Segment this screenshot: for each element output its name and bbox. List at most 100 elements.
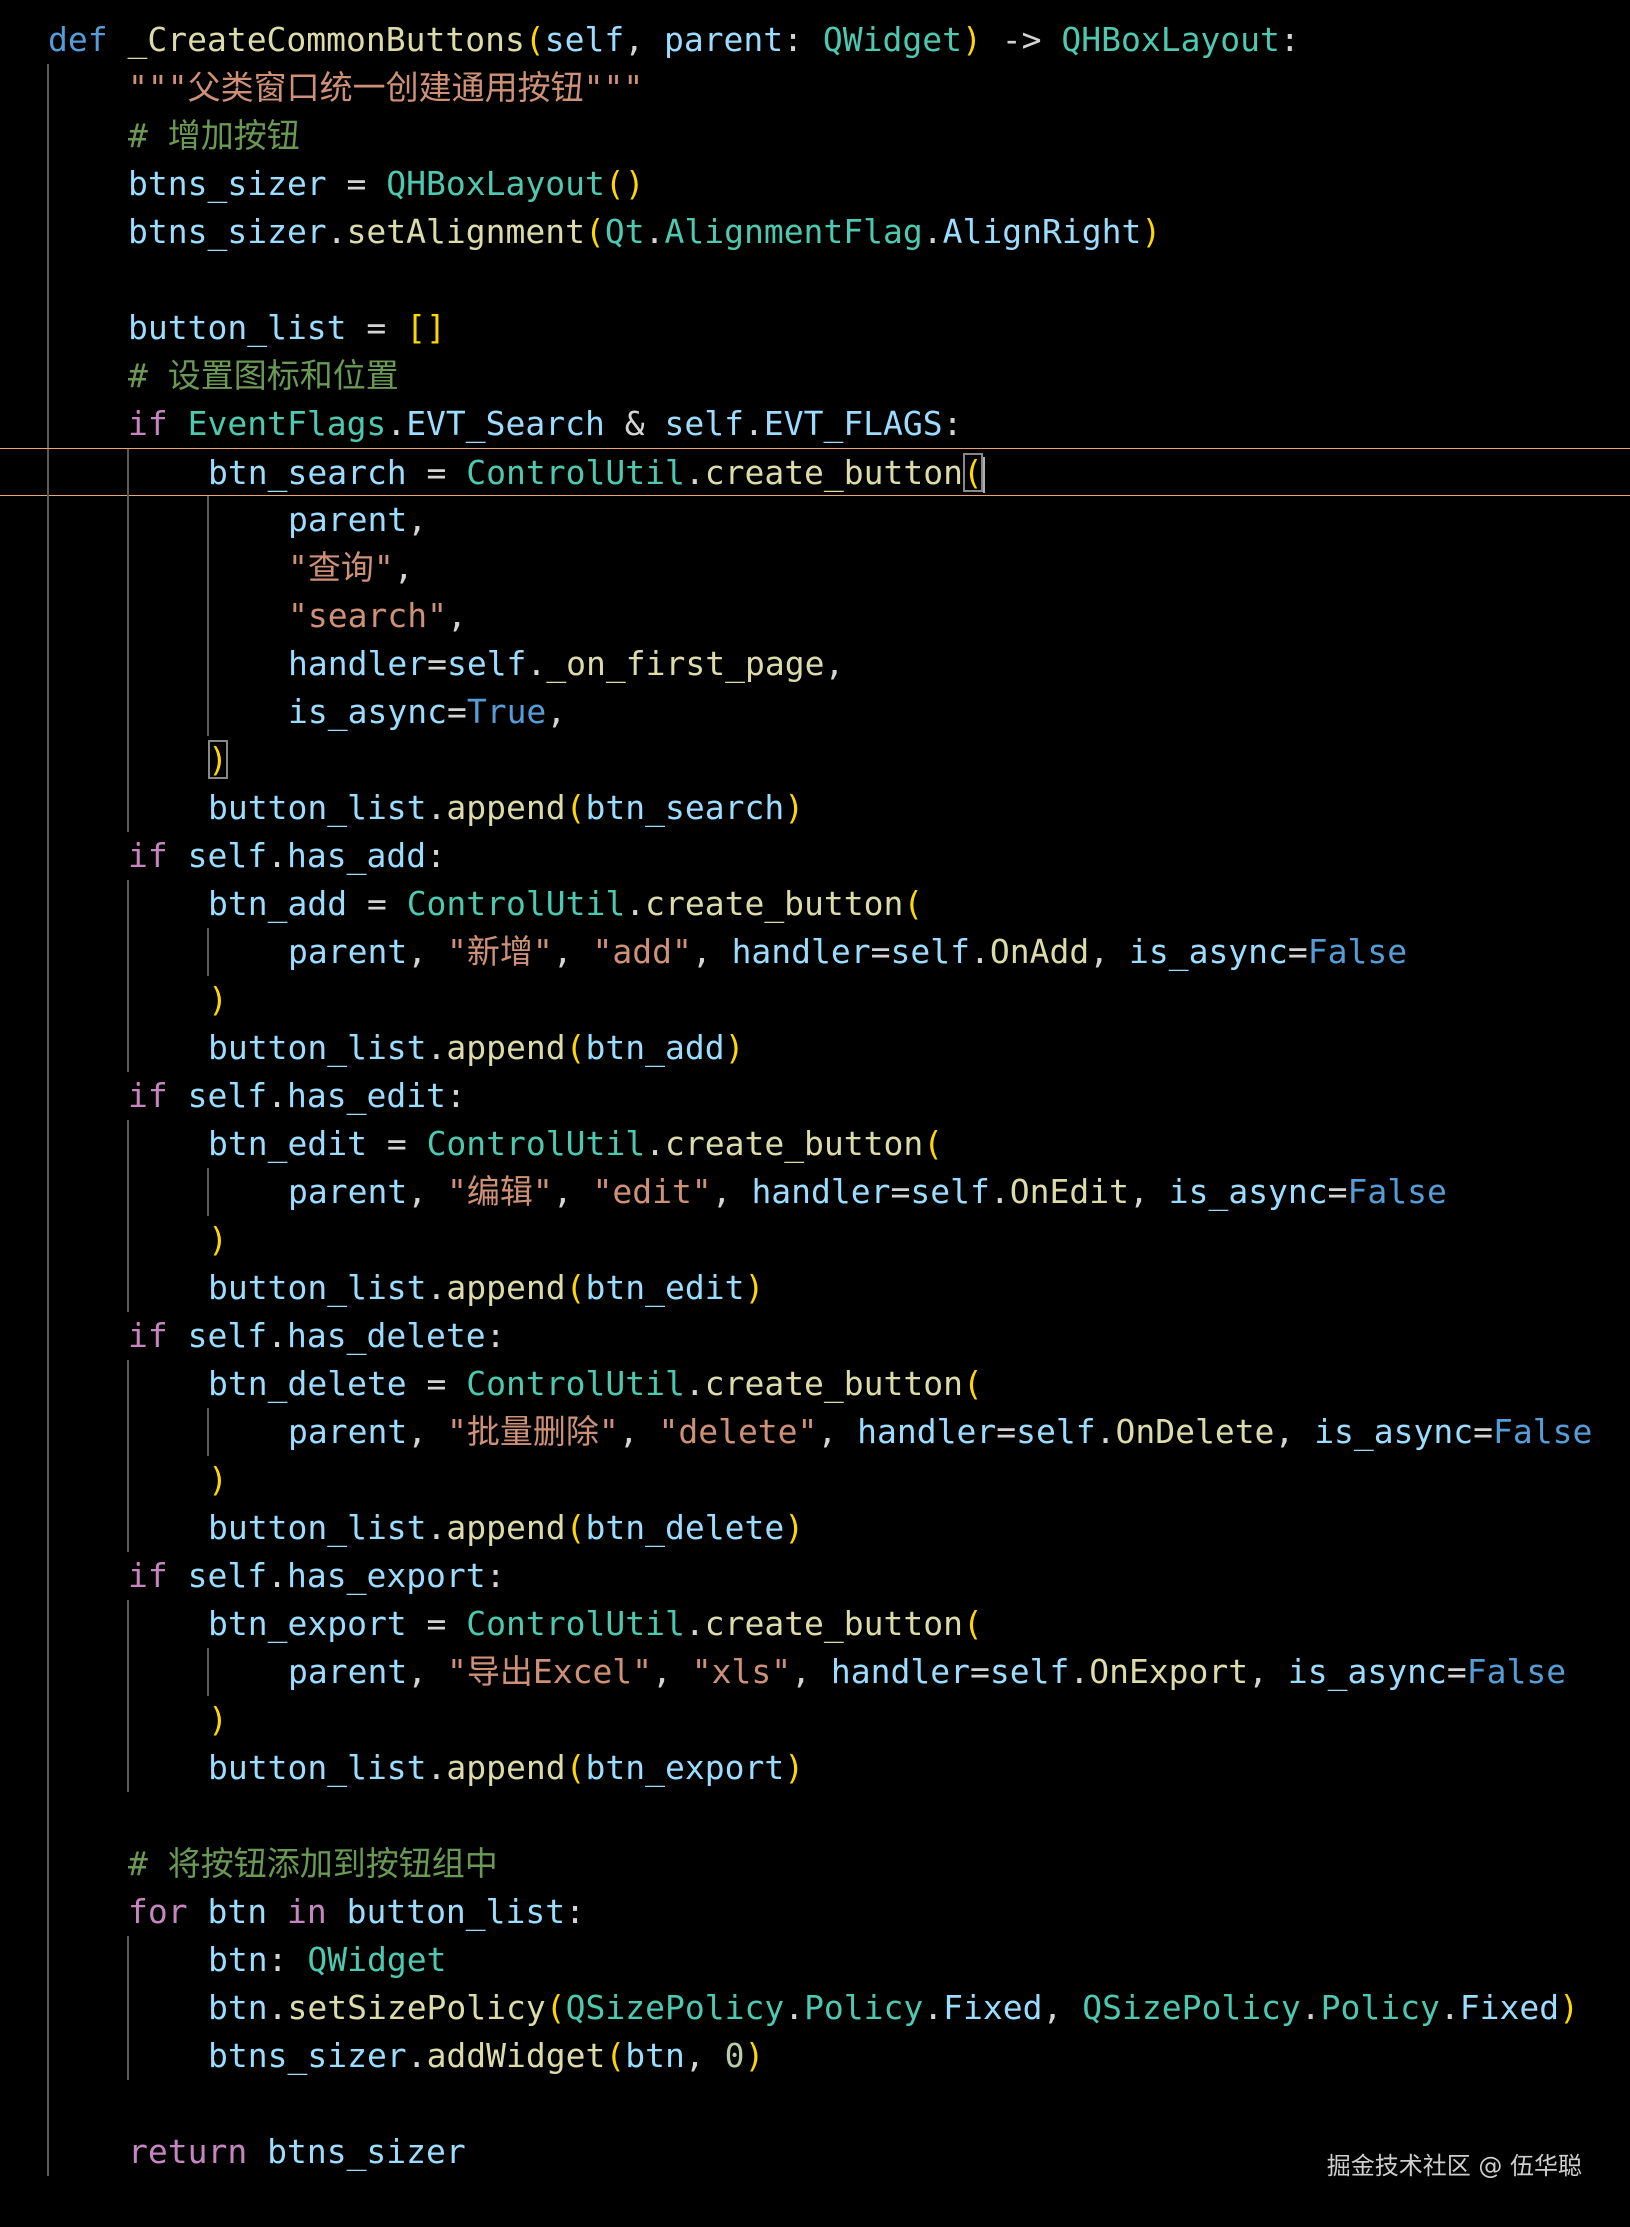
code-line[interactable]: # 设置图标和位置 <box>0 352 1630 400</box>
code-line[interactable]: btn_export = ControlUtil.create_button( <box>0 1600 1630 1648</box>
code-line[interactable]: def _CreateCommonButtons(self, parent: Q… <box>0 16 1630 64</box>
code-line[interactable]: """父类窗口统一创建通用按钮""" <box>0 64 1630 112</box>
token-punc: . <box>743 404 764 443</box>
code-line[interactable]: parent, <box>0 496 1630 544</box>
token-var: self <box>910 1172 990 1211</box>
code-line[interactable]: ) <box>0 1696 1630 1744</box>
token-punc: . <box>644 212 665 251</box>
code-line[interactable]: if self.has_edit: <box>0 1072 1630 1120</box>
token-cls: QHBoxLayout <box>1061 20 1280 59</box>
token-var: button_list <box>128 308 347 347</box>
token-br1: () <box>604 164 645 203</box>
code-line[interactable]: "search", <box>0 592 1630 640</box>
token-cls: Policy <box>1320 1988 1440 2027</box>
code-editor[interactable]: def _CreateCommonButtons(self, parent: Q… <box>0 16 1630 2176</box>
code-line[interactable]: "查询", <box>0 544 1630 592</box>
indent-guide <box>207 1168 209 1216</box>
code-text: """父类窗口统一创建通用按钮""" <box>128 64 643 112</box>
text-cursor <box>982 456 985 493</box>
token-br1: ( <box>565 788 586 827</box>
code-line[interactable] <box>0 2080 1630 2128</box>
code-line[interactable]: if self.has_delete: <box>0 1312 1630 1360</box>
code-line[interactable]: btns_sizer.setAlignment(Qt.AlignmentFlag… <box>0 208 1630 256</box>
indent-guide <box>47 1936 49 1984</box>
code-line[interactable]: ) <box>0 1456 1630 1504</box>
token-fn: OnAdd <box>989 932 1090 971</box>
code-line[interactable]: btns_sizer.addWidget(btn, 0) <box>0 2032 1630 2080</box>
token-br1: ( <box>923 1124 944 1163</box>
code-text: "search", <box>288 592 467 640</box>
indent-guide <box>127 976 129 1024</box>
indent-guide <box>47 2032 49 2080</box>
code-line[interactable]: button_list.append(btn_search) <box>0 784 1630 832</box>
token-var: has_edit <box>286 1076 446 1115</box>
token-var: parent <box>288 500 408 539</box>
code-line[interactable] <box>0 1792 1630 1840</box>
code-text: if self.has_export: <box>128 1552 506 1600</box>
code-text: parent, "编辑", "edit", handler=self.OnEdi… <box>288 1168 1447 1216</box>
indent-guide <box>47 1120 49 1168</box>
code-line[interactable]: btn_search = ControlUtil.create_button( <box>0 448 1630 497</box>
token-fn: create_button <box>664 1124 924 1163</box>
indent-guide <box>47 1312 49 1360</box>
token-var: handler <box>830 1652 970 1691</box>
token-punc: , <box>1128 1172 1169 1211</box>
indent-guide <box>47 2080 49 2128</box>
token-param: self <box>544 20 625 59</box>
code-text: btn_search = ControlUtil.create_button( <box>208 449 985 497</box>
token-num: 0 <box>724 2036 745 2075</box>
code-line[interactable]: button_list.append(btn_delete) <box>0 1504 1630 1552</box>
code-line[interactable]: parent, "导出Excel", "xls", handler=self.O… <box>0 1648 1630 1696</box>
token-br1: ( <box>565 1508 586 1547</box>
code-line[interactable]: for btn in button_list: <box>0 1888 1630 1936</box>
code-line[interactable]: btn: QWidget <box>0 1936 1630 1984</box>
code-line[interactable]: button_list.append(btn_add) <box>0 1024 1630 1072</box>
code-line[interactable]: button_list.append(btn_edit) <box>0 1264 1630 1312</box>
token-fn: _CreateCommonButtons <box>127 20 525 59</box>
code-line[interactable] <box>0 256 1630 304</box>
code-line[interactable]: # 将按钮添加到按钮组中 <box>0 1840 1630 1888</box>
code-text: parent, <box>288 496 427 544</box>
token-fn: append <box>446 1028 566 1067</box>
code-line[interactable]: btn.setSizePolicy(QSizePolicy.Policy.Fix… <box>0 1984 1630 2032</box>
token-punc: = <box>996 1412 1017 1451</box>
code-line[interactable]: btn_delete = ControlUtil.create_button( <box>0 1360 1630 1408</box>
token-var: button_list <box>208 1028 427 1067</box>
code-line[interactable]: button_list = [] <box>0 304 1630 352</box>
code-line[interactable]: is_async=True, <box>0 688 1630 736</box>
token-punc: , <box>618 1412 659 1451</box>
token-var: self <box>890 932 970 971</box>
code-line[interactable]: btns_sizer = QHBoxLayout() <box>0 160 1630 208</box>
token-br1: ) <box>208 740 228 779</box>
code-line[interactable]: if self.has_export: <box>0 1552 1630 1600</box>
indent-guide <box>47 256 49 304</box>
token-punc: : <box>783 20 823 59</box>
code-line[interactable]: # 增加按钮 <box>0 112 1630 160</box>
code-line[interactable]: handler=self._on_first_page, <box>0 640 1630 688</box>
code-line[interactable]: btn_edit = ControlUtil.create_button( <box>0 1120 1630 1168</box>
code-line[interactable]: ) <box>0 1216 1630 1264</box>
code-line[interactable]: if EventFlags.EVT_Search & self.EVT_FLAG… <box>0 400 1630 448</box>
token-punc: , <box>817 1412 858 1451</box>
code-line[interactable]: ) <box>0 976 1630 1024</box>
code-line[interactable]: ) <box>0 736 1630 784</box>
token-punc: . <box>386 404 407 443</box>
token-punc: = <box>406 1604 467 1643</box>
token-cls: EventFlags <box>187 404 387 443</box>
token-punc: , <box>691 932 732 971</box>
code-line[interactable]: parent, "新增", "add", handler=self.OnAdd,… <box>0 928 1630 976</box>
indent-guide <box>47 640 49 688</box>
token-punc: . <box>267 1988 288 2027</box>
token-fn: append <box>446 788 566 827</box>
token-br1: ( <box>903 884 924 923</box>
code-line[interactable]: if self.has_add: <box>0 832 1630 880</box>
code-line[interactable]: button_list.append(btn_export) <box>0 1744 1630 1792</box>
code-text: is_async=True, <box>288 688 566 736</box>
token-var: btns_sizer <box>267 2132 466 2171</box>
token-punc: , <box>407 1412 447 1451</box>
code-line[interactable]: parent, "批量删除", "delete", handler=self.O… <box>0 1408 1630 1456</box>
code-line[interactable]: parent, "编辑", "edit", handler=self.OnEdi… <box>0 1168 1630 1216</box>
code-line[interactable]: btn_add = ControlUtil.create_button( <box>0 880 1630 928</box>
token-str: "delete" <box>658 1412 818 1451</box>
indent-guide <box>127 1600 129 1648</box>
